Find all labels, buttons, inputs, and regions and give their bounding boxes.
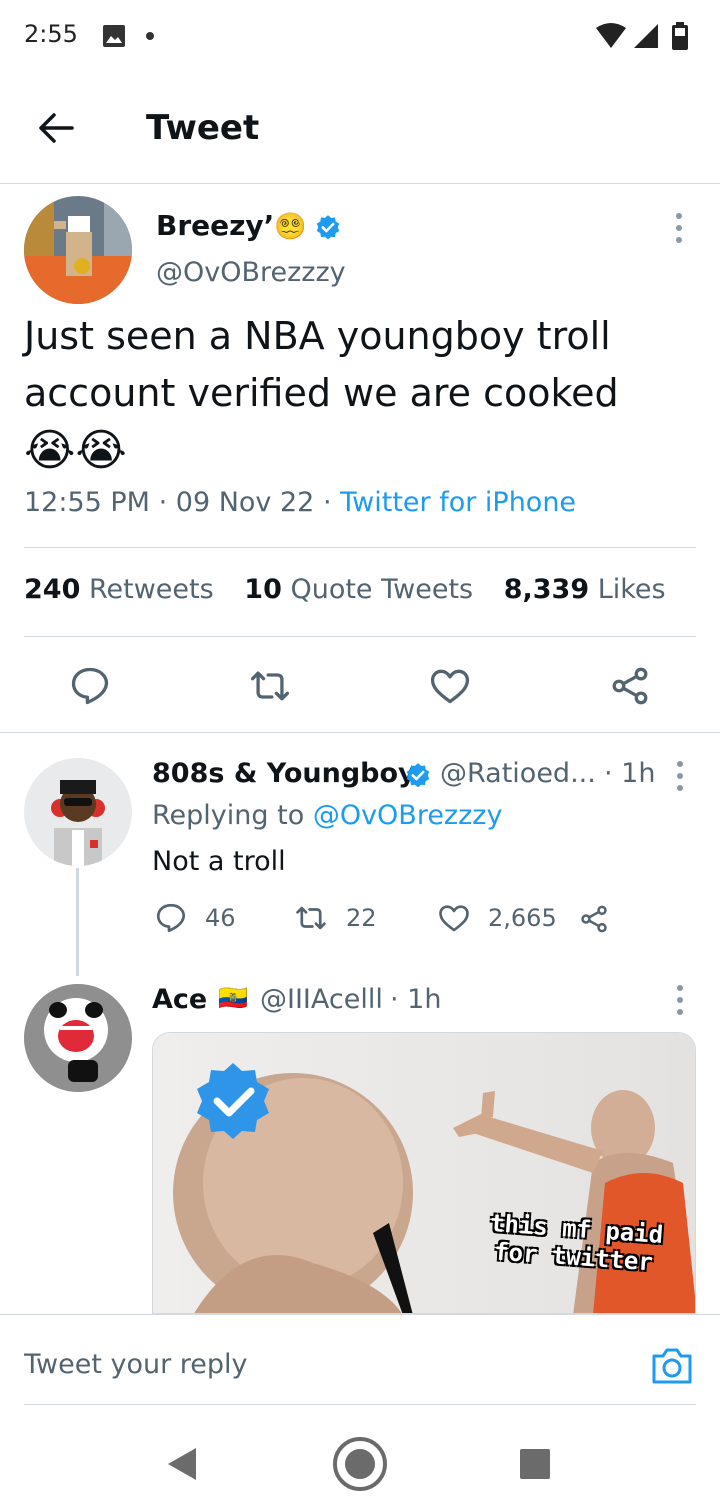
notification-dot-icon	[146, 32, 154, 40]
likes-label: Likes	[597, 574, 666, 605]
avatar[interactable]	[24, 196, 132, 304]
verified-badge-icon	[406, 763, 430, 788]
image-icon	[103, 25, 125, 47]
quotes-label: Quote Tweets	[290, 574, 474, 605]
retweet-icon[interactable]	[294, 901, 328, 935]
verified-badge-icon	[316, 215, 340, 240]
reply-text: Not a troll	[152, 846, 286, 877]
more-options-icon[interactable]	[673, 210, 685, 246]
thread-connector	[76, 868, 79, 976]
reply-handle[interactable]: @IIIAcelll	[260, 984, 383, 1015]
avatar-image	[24, 196, 132, 304]
likes-stat[interactable]: 8,339 Likes	[504, 574, 666, 605]
retweet-count: 22	[346, 904, 377, 932]
meta-separator: ·	[158, 487, 168, 518]
reply-time: · 1h	[604, 758, 656, 789]
like-icon[interactable]	[437, 901, 471, 935]
retweet-icon[interactable]	[248, 664, 292, 708]
meta-divider	[24, 547, 696, 548]
like-icon[interactable]	[428, 664, 472, 708]
author-name-text: Breezy’	[156, 209, 275, 242]
meme-caption: this mf paid for twitter	[487, 1209, 664, 1277]
reply-avatar[interactable]	[24, 758, 132, 866]
meta-separator: ·	[322, 487, 332, 518]
arrow-left-icon[interactable]	[36, 108, 76, 148]
share-icon[interactable]	[578, 903, 610, 935]
like-count: 2,665	[488, 904, 557, 932]
author-name[interactable]: Breezy’😵‍💫	[156, 209, 307, 242]
tweet-meta: 12:55 PM · 09 Nov 22 · Twitter for iPhon…	[24, 487, 576, 518]
nav-recents-icon[interactable]	[520, 1449, 550, 1479]
tweet-text: Just seen a NBA youngboy troll account v…	[24, 308, 696, 481]
retweets-count: 240	[24, 574, 81, 605]
replying-to: Replying to @OvOBrezzzy	[152, 800, 502, 831]
reply-handle[interactable]: @Ratioed...	[440, 758, 596, 789]
reply-author-name[interactable]: Ace	[152, 984, 207, 1015]
replying-to-prefix: Replying to	[152, 800, 305, 831]
actions-divider	[0, 732, 720, 733]
tweet-emojis: 😭😭	[24, 425, 127, 476]
reply-author-name[interactable]: 808s & Youngboy	[152, 758, 416, 789]
page-title: Tweet	[146, 108, 260, 148]
retweets-stat[interactable]: 240 Retweets	[24, 574, 214, 605]
reply-count: 46	[205, 904, 236, 932]
status-bar: 2:55	[0, 0, 720, 72]
nav-back-icon[interactable]	[166, 1446, 198, 1482]
tweet-date: 09 Nov 22	[175, 487, 315, 518]
tweet-time: 12:55 PM	[24, 487, 150, 518]
country-flag-icon: 🇪🇨	[218, 984, 248, 1012]
tweet-source-link[interactable]: Twitter for iPhone	[340, 487, 576, 518]
author-emoji: 😵‍💫	[274, 212, 307, 242]
battery-icon	[672, 22, 688, 50]
tweet-stats: 240 Retweets 10 Quote Tweets 8,339 Likes	[24, 574, 666, 605]
author-handle[interactable]: @OvOBrezzzy	[156, 257, 346, 288]
likes-count: 8,339	[503, 574, 590, 605]
wifi-icon	[596, 23, 626, 48]
status-time: 2:55	[24, 20, 78, 48]
share-icon[interactable]	[608, 664, 652, 708]
tweet-body: Just seen a NBA youngboy troll account v…	[24, 314, 619, 415]
replying-to-link[interactable]: @OvOBrezzzy	[313, 800, 503, 831]
quotes-stat[interactable]: 10 Quote Tweets	[244, 574, 473, 605]
reply-avatar[interactable]	[24, 984, 132, 1092]
signal-icon	[634, 24, 658, 48]
reply-header: 808s & Youngboy	[152, 758, 416, 789]
stats-divider	[24, 636, 696, 637]
retweets-label: Retweets	[88, 574, 214, 605]
reply-icon[interactable]	[154, 901, 188, 935]
camera-icon[interactable]	[650, 1344, 694, 1388]
reply-input[interactable]	[24, 1340, 624, 1388]
reply-avatar-image	[24, 758, 132, 866]
header-divider	[0, 183, 720, 184]
reply-media-image[interactable]: this mf paid for twitter	[152, 1032, 696, 1314]
nav-home-icon[interactable]	[332, 1436, 388, 1492]
quotes-count: 10	[244, 574, 282, 605]
reply-icon[interactable]	[68, 664, 112, 708]
more-options-icon[interactable]	[674, 758, 686, 794]
more-options-icon[interactable]	[674, 982, 686, 1018]
system-status-icons	[596, 22, 688, 50]
reply-time: · 1h	[390, 984, 442, 1015]
composer-divider	[24, 1404, 696, 1405]
reply-avatar-image	[24, 984, 132, 1092]
